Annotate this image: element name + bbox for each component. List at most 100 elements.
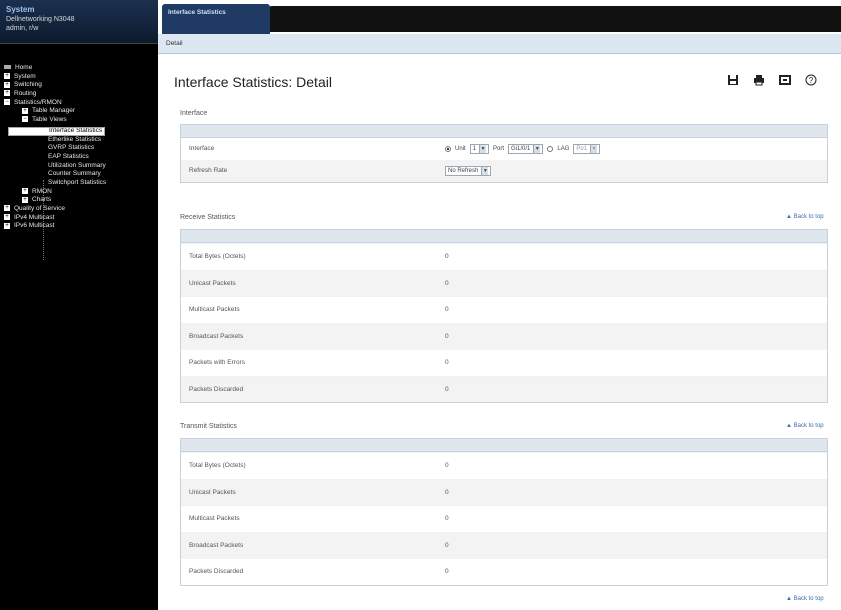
nav-item-label: Switching [14, 81, 42, 89]
refresh-icon[interactable] [778, 74, 792, 88]
stat-label: Packets Discarded [189, 385, 244, 393]
nav-item-table-views[interactable]: − Table Views [0, 116, 158, 125]
transmit-section-title: Transmit Statistics [180, 423, 237, 430]
port-select[interactable]: Gi1/0/1 ▼ [508, 144, 544, 154]
stat-value: 0 [445, 385, 449, 393]
nav-item-label: RMON [32, 187, 52, 195]
system-title[interactable]: System [6, 5, 152, 15]
back-to-top-link[interactable]: ▲ Back to top [786, 423, 824, 429]
lag-label: LAG [557, 146, 570, 152]
back-to-top-link[interactable]: ▲ Back to top [786, 596, 824, 602]
stat-value: 0 [445, 359, 449, 366]
nav-item-label: Statistics/RMON [14, 98, 62, 106]
expand-icon[interactable]: + [22, 196, 28, 203]
panel-header [181, 125, 827, 138]
system-user: admin, r/w [6, 25, 39, 32]
chevron-down-icon: ▼ [479, 145, 487, 153]
nav-item-rmon[interactable]: + RMON [0, 188, 158, 197]
back-to-top-label: Back to top [793, 596, 824, 602]
refresh-rate-select[interactable]: No Refresh ▼ [445, 166, 492, 176]
nav-item-ipv4-multicast[interactable]: + IPv4 Multicast [0, 214, 158, 223]
expand-icon[interactable]: + [4, 81, 10, 88]
collapse-icon[interactable]: − [4, 99, 10, 106]
nav-item-counter-summary[interactable]: Counter Summary [0, 170, 158, 179]
sub-tab-bar: Detail [158, 34, 841, 54]
nav-item-quality-of-service[interactable]: + Quality of Service [0, 205, 158, 214]
stat-row: Total Bytes (Octets) 0 [181, 452, 827, 479]
collapse-icon[interactable]: − [22, 116, 28, 123]
stat-label: Packets Discarded [189, 568, 244, 575]
expand-icon[interactable]: + [22, 107, 28, 114]
stat-label: Unicast Packets [189, 279, 236, 287]
nav-item-label: GVRP Statistics [48, 144, 95, 152]
nav-item-routing[interactable]: + Routing [0, 90, 158, 99]
unit-radio[interactable] [445, 146, 451, 152]
help-icon[interactable]: ? [804, 74, 818, 88]
stat-label: Broadcast Packets [189, 332, 244, 340]
expand-icon[interactable]: + [4, 205, 10, 212]
expand-icon[interactable]: + [4, 222, 10, 229]
stat-value: 0 [445, 541, 449, 549]
system-info: System Dellnetworking N3048 admin, r/w [0, 0, 158, 44]
nav-item-eap-statistics[interactable]: EAP Statistics [0, 153, 158, 162]
tab-interface-statistics[interactable]: Interface Statistics [162, 4, 270, 34]
expand-icon[interactable]: + [4, 213, 10, 220]
stat-label: Packets with Errors [189, 359, 245, 366]
expand-icon[interactable]: + [4, 90, 10, 97]
nav-item-label: Home [15, 64, 33, 71]
nav-item-label: Table Views [32, 116, 67, 124]
nav-item-interface-statistics[interactable]: Interface Statistics [8, 126, 106, 136]
nav-item-gvrp-statistics[interactable]: GVRP Statistics [0, 144, 158, 153]
nav-item-utilization-summary[interactable]: Utilization Summary [0, 162, 158, 171]
transmit-stats-panel: Total Bytes (Octets) 0 Unicast Packets 0 M… [180, 438, 828, 586]
port-value: Gi1/0/1 [511, 146, 531, 152]
expand-icon[interactable]: + [22, 187, 28, 194]
stat-label: Total Bytes (Octets) [189, 462, 246, 469]
expand-icon[interactable]: + [4, 72, 10, 79]
stat-value: 0 [445, 279, 449, 287]
nav-item-ipv6-multicast[interactable]: + IPv6 Multicast [0, 222, 158, 231]
stat-label: Multicast Packets [189, 306, 240, 313]
nav-item-label: Etherlike Statistics [48, 135, 102, 143]
nav-item-statistics-rmon[interactable]: − Statistics/RMON [0, 99, 158, 108]
nav-item-label: IPv6 Multicast [14, 222, 55, 230]
page-title: Interface Statistics: Detail [174, 74, 332, 90]
print-icon[interactable] [752, 74, 766, 88]
back-to-top-link[interactable]: ▲ Back to top [786, 214, 824, 220]
stat-row: Total Bytes (Octets) 0 [181, 243, 827, 270]
nav-item-etherlike-statistics[interactable]: Etherlike Statistics [0, 136, 158, 145]
nav-item-label: EAP Statistics [48, 152, 89, 160]
stat-row: Packets Discarded 0 [181, 375, 827, 402]
nav-item-label: Table Manager [32, 107, 75, 115]
back-to-top-label: Back to top [793, 214, 824, 220]
save-icon[interactable] [726, 74, 740, 88]
stat-row: Multicast Packets 0 [181, 296, 827, 323]
interface-label: Interface [189, 145, 215, 152]
unit-select[interactable]: 1 ▼ [469, 144, 490, 154]
stat-row: Broadcast Packets 0 [181, 322, 827, 349]
chevron-down-icon: ▼ [590, 145, 598, 153]
stat-value: 0 [445, 462, 449, 469]
interface-panel: Interface Unit 1 ▼ Port Gi1/0/1 ▼ LAG Po1 ▼… [180, 124, 828, 183]
stat-value: 0 [445, 568, 449, 575]
unit-label: Unit [455, 146, 466, 152]
nav-item-switchport-statistics[interactable]: Switchport Statistics [0, 179, 158, 188]
nav-item-label: Quality of Service [14, 205, 65, 212]
refresh-rate-controls: No Refresh ▼ [445, 160, 492, 182]
svg-text:?: ? [809, 76, 814, 85]
interface-row: Interface Unit 1 ▼ Port Gi1/0/1 ▼ LAG Po1 ▼ [181, 138, 827, 160]
lag-select[interactable]: Po1 ▼ [573, 144, 601, 154]
sub-tab-detail[interactable]: Detail [166, 40, 183, 47]
nav-item-table-manager[interactable]: + Table Manager [0, 107, 158, 116]
nav-item-label: Switchport Statistics [48, 178, 107, 186]
nav-tree: Home + System + Switching + Routing − Statis… [0, 64, 158, 231]
stat-label: Total Bytes (Octets) [189, 253, 246, 260]
lag-radio[interactable] [547, 146, 554, 152]
nav-item-home[interactable]: Home [0, 64, 158, 73]
nav-item-charts[interactable]: + Charts [0, 196, 158, 205]
nav-item-switching[interactable]: + Switching [0, 81, 158, 90]
tab-strip: Interface Statistics [158, 0, 841, 34]
panel-header [181, 439, 827, 452]
navigation-panel: System Dellnetworking N3048 admin, r/w H… [0, 0, 158, 610]
nav-item-system[interactable]: + System [0, 73, 158, 82]
